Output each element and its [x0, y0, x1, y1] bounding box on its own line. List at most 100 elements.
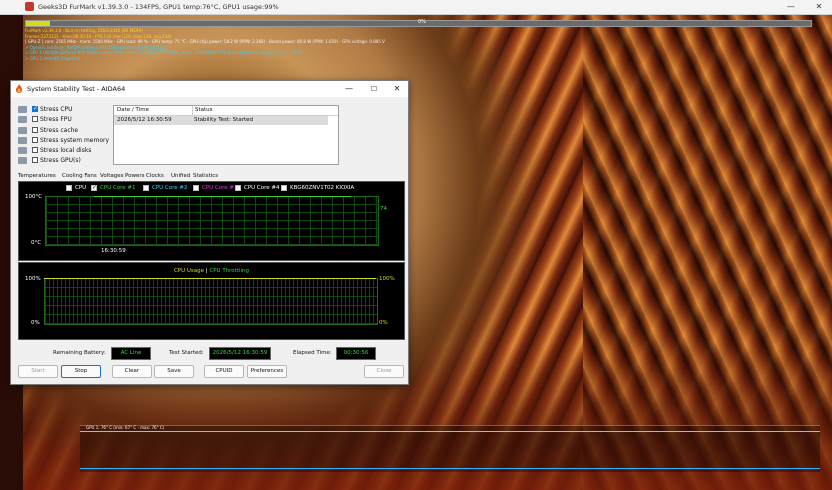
furmark-title: Geeks3D FurMark v1.39.3.0 - 134FPS, GPU1…	[38, 3, 279, 11]
stress-options-list: Stress CPU Stress FPU Stress cache Stress s…	[18, 105, 116, 167]
tab-cooling-fans[interactable]: Cooling Fans	[62, 171, 97, 181]
graph-tabs: Temperatures Cooling Fans Voltages Powers Cl…	[18, 171, 398, 182]
cpu-usage-plot-grid	[44, 278, 378, 325]
cpu-usage-graph: CPU Usage | CPU Throttling 100% 0% 100% …	[18, 262, 405, 340]
cpu-axis-min-left: 0%	[31, 320, 40, 326]
status-row: Remaining Battery: AC Line Test Started:…	[18, 347, 403, 360]
tab-unified[interactable]: Unified	[171, 171, 190, 181]
tab-powers[interactable]: Powers	[125, 171, 145, 181]
stress-checkbox[interactable]	[32, 136, 38, 143]
stress-checkbox[interactable]	[32, 126, 38, 133]
temp-time-label: 16:30:59	[101, 248, 126, 254]
furmark-close-button[interactable]: ✕	[812, 0, 826, 13]
furmark-app-icon	[25, 2, 34, 11]
cpuid-button[interactable]: CPUID	[204, 365, 244, 378]
cpu-axis-max-left: 100%	[25, 276, 41, 282]
stress-option[interactable]: Stress CPU	[18, 105, 116, 115]
stress-option[interactable]: Stress local disks	[18, 146, 116, 156]
button-row: Start Stop Clear Save CPUID Preferences …	[18, 365, 404, 378]
legend-checkbox[interactable]	[91, 184, 97, 191]
tab-statistics[interactable]: Statistics	[193, 171, 218, 181]
temperature-graph: CPU CPU Core #1 CPU Core #2 CPU Core #3 CPU …	[18, 181, 405, 261]
stress-checkbox[interactable]	[32, 116, 38, 123]
cpu-usage-legend: CPU Usage | CPU Throttling	[19, 267, 404, 275]
stress-checkbox[interactable]	[32, 105, 38, 112]
dialog-titlebar[interactable]: System Stability Test - AIDA64 — ☐ ✕	[11, 81, 408, 97]
furmark-minimize-button[interactable]: —	[784, 0, 798, 13]
stress-option-label: Stress GPU(s)	[40, 157, 81, 165]
elapsed-time-label: Elapsed Time:	[293, 350, 332, 356]
cpu-usage-line	[44, 278, 376, 279]
legend-label: CPU Core #4	[244, 185, 280, 191]
start-button[interactable]: Start	[18, 365, 58, 378]
cpu-axis-max-right: 100%	[379, 276, 395, 282]
cpu-icon	[18, 106, 27, 113]
stress-checkbox[interactable]	[32, 147, 38, 154]
stress-checkbox[interactable]	[32, 157, 38, 164]
furmark-progress-fill	[26, 21, 50, 26]
dialog-title: System Stability Test - AIDA64	[27, 85, 126, 93]
disk-icon	[18, 147, 27, 155]
log-table-header: Date / Time Status	[114, 106, 338, 116]
memory-icon	[18, 136, 27, 144]
dialog-close-button[interactable]: ✕	[389, 82, 405, 96]
furmark-stats-overlay: FurMark v1.39.3.0 - Burn-in testing, 256…	[25, 28, 455, 61]
log-header-datetime[interactable]: Date / Time	[117, 106, 149, 115]
cpu-core1-temp-line	[94, 196, 351, 197]
elapsed-time-value: 00:30:56	[336, 347, 376, 360]
save-button[interactable]: Save	[154, 365, 194, 378]
legend-cpu-usage: CPU Usage	[173, 268, 205, 274]
stress-option-label: Stress system memory	[40, 136, 110, 144]
temp-axis-min: 0°C	[31, 240, 42, 246]
preferences-button[interactable]: Preferences	[247, 365, 287, 378]
furmark-graph-temp-line	[80, 431, 820, 434]
dialog-minimize-button[interactable]: —	[341, 82, 357, 96]
log-cell-status: Stability Test: Started	[194, 117, 253, 123]
dialog-maximize-button[interactable]: ☐	[366, 82, 382, 96]
temperature-plot-grid	[45, 196, 379, 246]
stress-option-label: Stress CPU	[40, 106, 73, 113]
log-row[interactable]: 2026/5/12 16:30:59 Stability Test: Start…	[114, 116, 328, 125]
stress-option[interactable]: Stress system memory	[18, 136, 116, 146]
stress-option-label: Stress cache	[40, 126, 79, 134]
temp-current-value: 74	[380, 206, 387, 212]
temp-axis-max: 100°C	[25, 194, 43, 200]
tab-clocks[interactable]: Clocks	[146, 171, 164, 181]
cpu-axis-min-right: 0%	[379, 320, 388, 326]
battery-value: AC Line	[111, 347, 151, 360]
legend-label: CPU	[75, 185, 87, 191]
log-table[interactable]: Date / Time Status 2026/5/12 16:30:59 St…	[113, 105, 339, 165]
legend-label: CPU Core #2	[152, 185, 188, 191]
stop-button[interactable]: Stop	[61, 365, 101, 378]
legend-checkbox[interactable]	[281, 185, 287, 191]
test-started-label: Test Started:	[169, 350, 204, 356]
legend-checkbox[interactable]	[235, 185, 241, 191]
stress-option-label: Stress FPU	[40, 116, 72, 124]
aida64-flame-icon	[16, 84, 22, 93]
overlay-line: > GPU 2 (Intel(R) Graphics)	[25, 55, 80, 61]
log-header-status[interactable]: Status	[192, 106, 213, 115]
legend-checkbox[interactable]	[143, 185, 149, 191]
legend-separator: |	[205, 268, 208, 274]
test-started-value: 2026/5/12 16:30:59	[209, 347, 271, 360]
furmark-titlebar: Geeks3D FurMark v1.39.3.0 - 134FPS, GPU1…	[0, 0, 832, 15]
stress-option[interactable]: Stress cache	[18, 126, 116, 136]
stress-option[interactable]: Stress GPU(s)	[18, 156, 116, 166]
furmark-graph-label: GPU 1: 76° C (min: 67° C - max: 76° C)	[86, 425, 165, 430]
temperature-legend: CPU CPU Core #1 CPU Core #2 CPU Core #3 CPU …	[19, 184, 404, 193]
legend-checkbox[interactable]	[66, 185, 72, 191]
furmark-graph-baseline	[80, 468, 820, 469]
legend-label: CPU Core #3	[202, 185, 238, 191]
cache-icon	[18, 126, 27, 134]
legend-checkbox[interactable]	[193, 185, 199, 191]
furmark-progress-label: 0%	[418, 19, 426, 25]
stress-option-label: Stress local disks	[40, 147, 92, 155]
stress-option[interactable]: Stress FPU	[18, 115, 116, 125]
furmark-temp-graph: GPU 1: 76° C (min: 67° C - max: 76° C)	[80, 425, 820, 472]
tab-voltages[interactable]: Voltages	[100, 171, 124, 181]
clear-button[interactable]: Clear	[112, 365, 152, 378]
aida64-stability-dialog: System Stability Test - AIDA64 — ☐ ✕ Str…	[10, 80, 409, 385]
battery-label: Remaining Battery:	[53, 350, 106, 356]
close-button[interactable]: Close	[364, 365, 404, 378]
gpu-icon	[18, 157, 27, 165]
